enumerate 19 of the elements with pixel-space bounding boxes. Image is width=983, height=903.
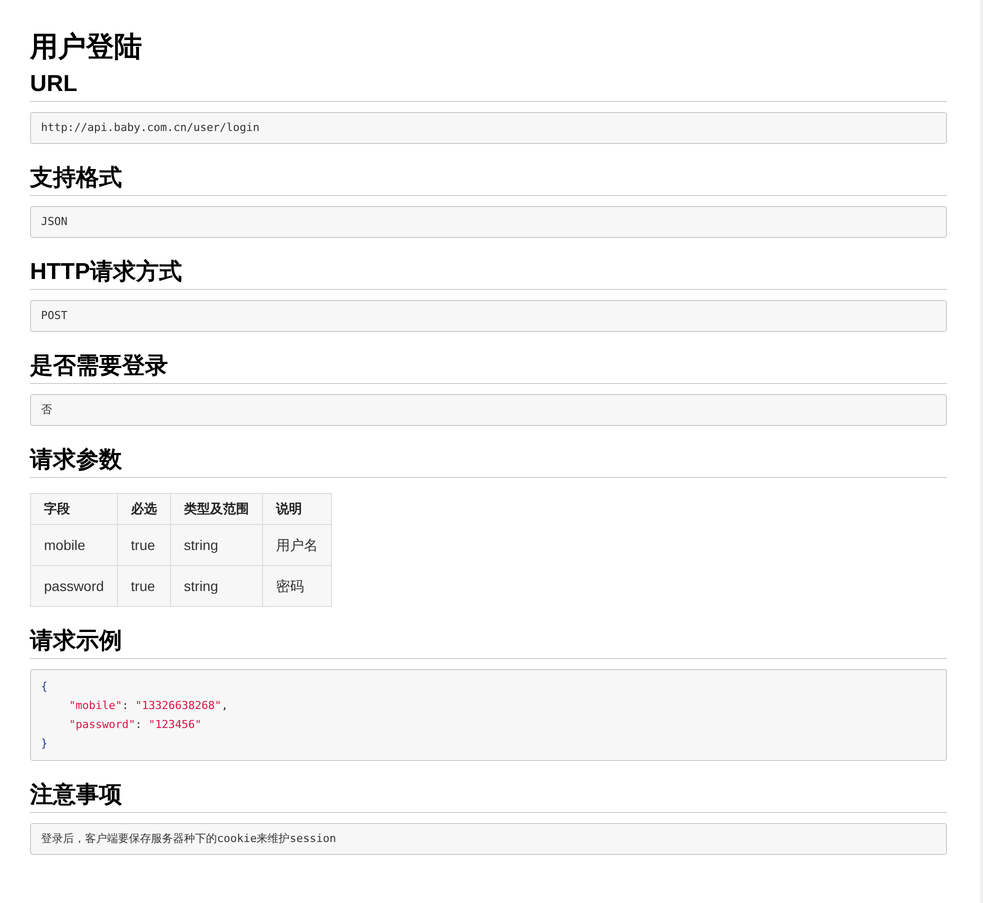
code-block: { "mobile": "13326638268", "password": "123456" } <box>30 669 947 761</box>
section-heading: 请求示例 <box>30 626 122 655</box>
section-heading: HTTP请求方式 <box>30 257 182 286</box>
section-heading: URL <box>30 69 78 98</box>
section-heading: 支持格式 <box>30 163 122 192</box>
table-cell: string <box>170 566 262 606</box>
code-block: 登录后，客户端要保存服务器种下的cookie来维护session <box>30 823 947 855</box>
column-header: 字段 <box>30 494 118 524</box>
section-heading: 请求参数 <box>30 445 122 474</box>
section-heading: 是否需要登录 <box>30 351 168 380</box>
section-heading: 注意事项 <box>30 780 122 809</box>
table-cell: true <box>117 566 170 606</box>
code-block: http://api.baby.com.cn/user/login <box>30 112 947 144</box>
code-block: POST <box>30 300 947 332</box>
table-cell: password <box>30 566 118 606</box>
code-block: JSON <box>30 206 947 238</box>
page-title: 用户登陆 <box>30 30 143 64</box>
code-block: 否 <box>30 394 947 426</box>
table-cell: 密码 <box>262 566 332 606</box>
